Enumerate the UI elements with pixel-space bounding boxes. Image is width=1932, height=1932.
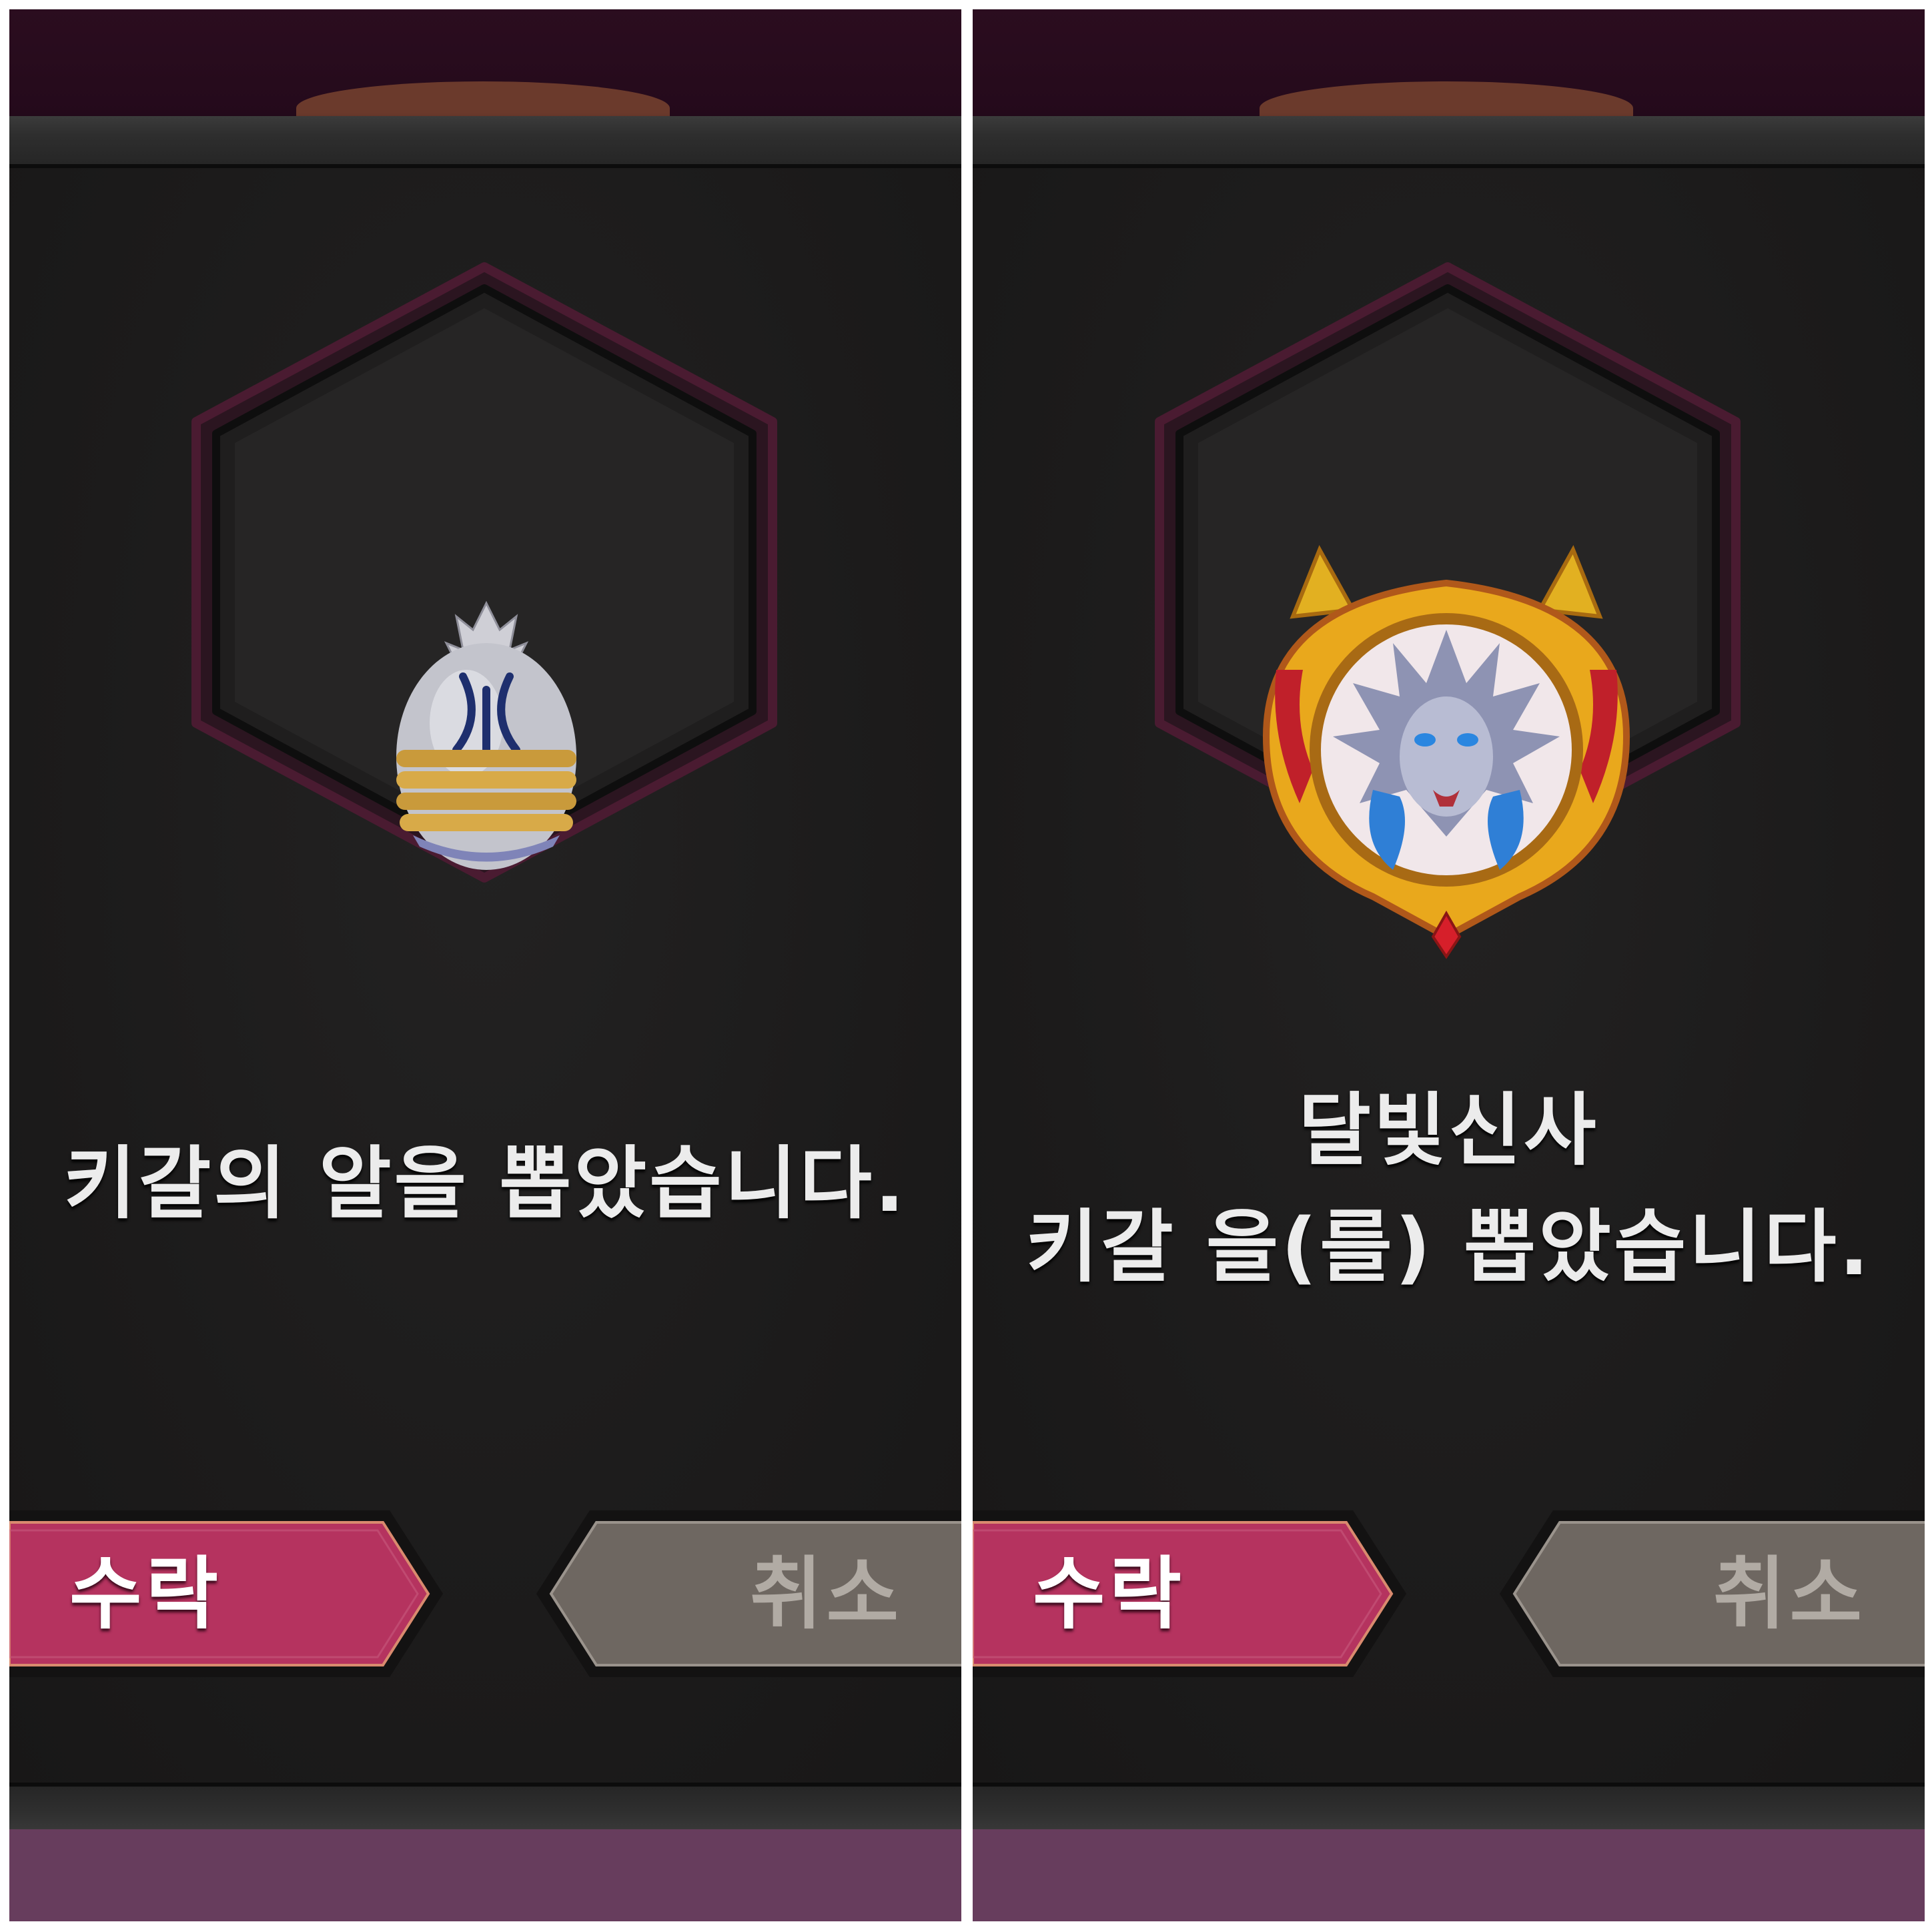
right-panel: 달빛신사 키갈 을(를) 뽑았습니다. 수락 취소 — [973, 9, 1925, 1921]
creature-portrait-icon — [1262, 545, 1630, 959]
bottom-bar — [973, 1829, 1925, 1921]
left-panel: 키갈의 알을 뽑았습니다. 수락 취소 — [9, 9, 961, 1921]
accept-button[interactable]: 수락 — [9, 1504, 450, 1684]
top-bar — [9, 9, 961, 135]
accept-button[interactable]: 수락 — [973, 1504, 1413, 1684]
egg-icon — [396, 600, 576, 870]
cancel-button-label: 취소 — [750, 1548, 903, 1640]
draw-message: 키갈 을(를) 뽑았습니다. — [1025, 1201, 1872, 1293]
dialog-frame-top — [973, 116, 1925, 168]
draw-message: 키갈의 알을 뽑았습니다. — [63, 1137, 907, 1230]
cancel-button-label: 취소 — [1713, 1548, 1867, 1640]
accept-button-label: 수락 — [1033, 1548, 1186, 1640]
top-bar — [973, 9, 1925, 135]
cancel-button[interactable]: 취소 — [1493, 1504, 1925, 1684]
dialog-frame-bottom — [9, 1783, 961, 1833]
creature-name: 달빛신사 — [1298, 1084, 1599, 1176]
bottom-bar — [9, 1829, 961, 1921]
dialog-frame-top — [9, 116, 961, 168]
dialog-frame-bottom — [973, 1783, 1925, 1833]
accept-button-label: 수락 — [69, 1548, 223, 1640]
cancel-button[interactable]: 취소 — [530, 1504, 961, 1684]
